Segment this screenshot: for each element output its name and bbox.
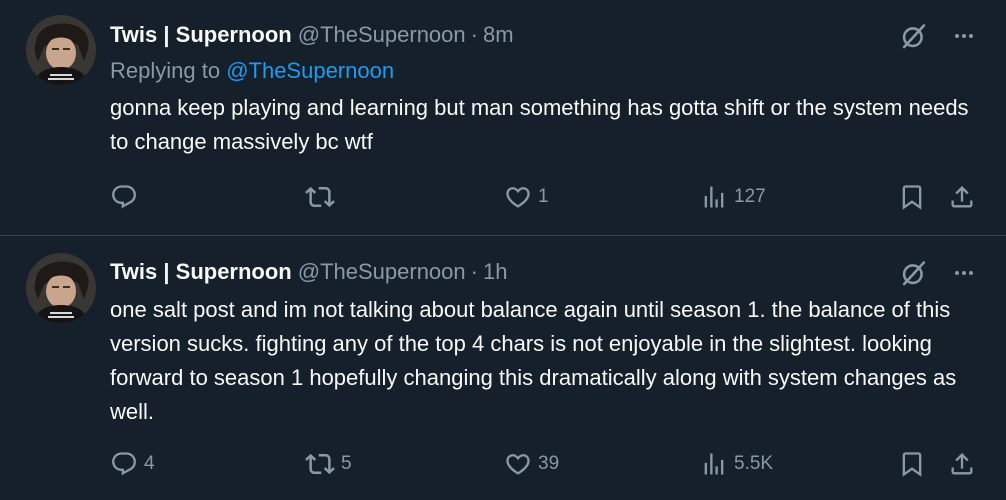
more-icon[interactable] <box>952 261 976 285</box>
like-button[interactable]: 1 <box>504 182 549 212</box>
bookmark-icon <box>898 450 926 478</box>
share-button[interactable] <box>948 182 976 212</box>
bookmark-button[interactable] <box>898 182 926 212</box>
views-count: 5.5K <box>734 453 774 474</box>
display-name[interactable]: Twis | Supernoon <box>110 259 292 285</box>
views-count: 127 <box>734 186 766 207</box>
reply-button[interactable]: 4 <box>110 449 155 479</box>
retweet-button[interactable]: 5 <box>305 449 352 479</box>
reply-icon <box>110 450 138 478</box>
share-button[interactable] <box>948 449 976 479</box>
tweet-top-actions <box>900 22 976 50</box>
avatar[interactable] <box>26 15 96 85</box>
tweet-text: gonna keep playing and learning but man … <box>110 95 969 154</box>
retweet-button[interactable] <box>305 182 341 212</box>
reply-button[interactable] <box>110 182 144 212</box>
replying-to: Replying to @TheSupernoon <box>110 58 394 84</box>
avatar[interactable] <box>26 253 96 323</box>
tweet[interactable]: Twis | Supernoon @TheSupernoon · 1h one … <box>0 237 1006 500</box>
retweet-icon <box>305 449 335 479</box>
bookmark-button[interactable] <box>898 449 926 479</box>
more-icon[interactable] <box>952 24 976 48</box>
tweet-top-actions <box>900 259 976 287</box>
handle[interactable]: @TheSupernoon <box>298 22 466 48</box>
separator: · <box>470 259 478 284</box>
reply-icon <box>110 183 138 211</box>
retweet-count: 5 <box>341 453 352 474</box>
tweet-actions: 1 127 <box>0 182 1006 212</box>
like-icon <box>504 183 532 211</box>
grok-icon[interactable] <box>900 259 928 287</box>
replying-to-label: Replying to <box>110 58 227 83</box>
like-count: 39 <box>538 453 560 474</box>
tweet-actions: 4 5 39 5.5K <box>0 449 1006 479</box>
views-icon <box>700 183 728 211</box>
timestamp[interactable]: 1h <box>483 259 507 285</box>
handle[interactable]: @TheSupernoon <box>298 259 466 285</box>
timestamp[interactable]: 8m <box>483 22 514 48</box>
views-button[interactable]: 5.5K <box>700 449 773 479</box>
like-button[interactable]: 39 <box>504 449 559 479</box>
like-icon <box>504 450 532 478</box>
views-icon <box>700 450 728 478</box>
tweet-header: Twis | Supernoon @TheSupernoon · 8m <box>110 20 514 50</box>
tweet-text: one salt post and im not talking about b… <box>110 297 957 424</box>
retweet-icon <box>305 182 335 212</box>
tweet[interactable]: Twis | Supernoon @TheSupernoon · 8m Repl… <box>0 0 1006 236</box>
like-count: 1 <box>538 186 549 207</box>
replying-to-mention[interactable]: @TheSupernoon <box>226 58 394 83</box>
tweet-header: Twis | Supernoon @TheSupernoon · 1h <box>110 257 507 287</box>
views-button[interactable]: 127 <box>700 182 766 212</box>
share-icon <box>948 450 976 478</box>
reply-count: 4 <box>144 453 155 474</box>
grok-icon[interactable] <box>900 22 928 50</box>
bookmark-icon <box>898 183 926 211</box>
display-name[interactable]: Twis | Supernoon <box>110 22 292 48</box>
separator: · <box>470 22 478 47</box>
share-icon <box>948 183 976 211</box>
